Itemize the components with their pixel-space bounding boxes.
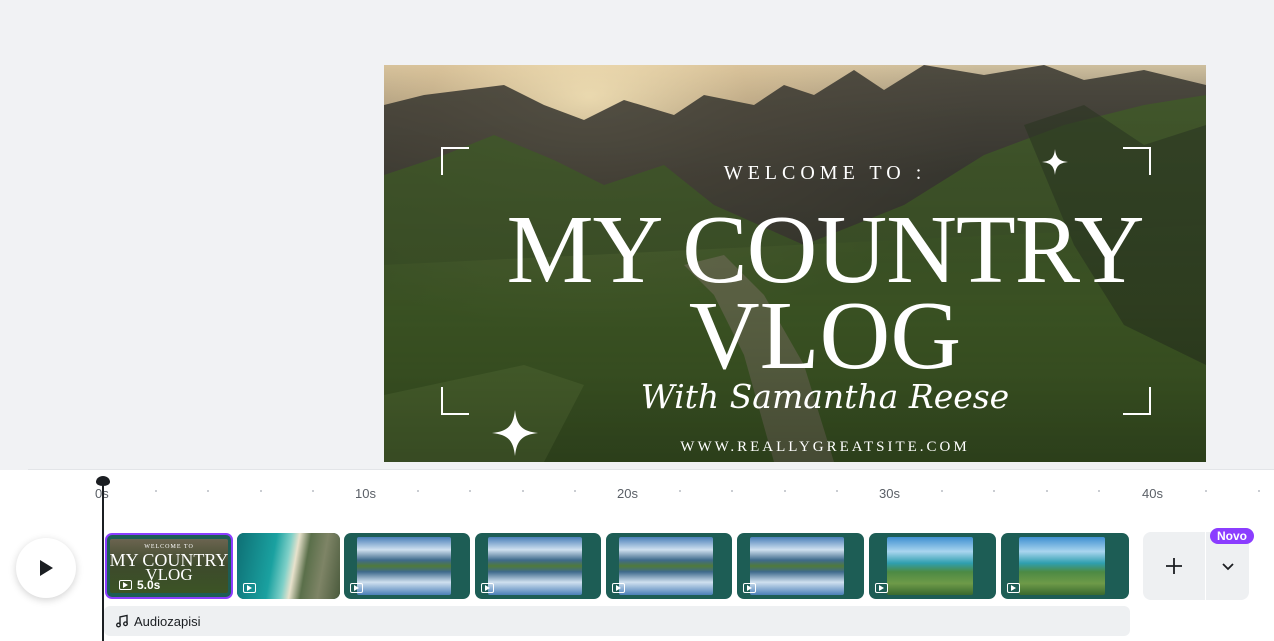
playhead[interactable] xyxy=(102,484,104,641)
timeline-clip-6[interactable] xyxy=(737,533,864,599)
video-icon xyxy=(119,580,132,590)
slide-website[interactable]: WWW.REALLYGREATSITE.COM xyxy=(384,439,1206,456)
slide-subtitle-script[interactable]: With Samantha Reese xyxy=(384,377,1206,416)
timeline-clip-1[interactable]: WELCOME TO MY COUNTRY VLOG 5.0s xyxy=(105,533,233,599)
audio-track-label: Audiozapisi xyxy=(134,614,201,629)
timeline-clip-8[interactable] xyxy=(1001,533,1129,599)
timeline-clip-3[interactable] xyxy=(344,533,470,599)
new-badge: Novo xyxy=(1210,528,1254,544)
clip-duration: 5.0s xyxy=(137,578,161,592)
clip-thumbnail xyxy=(357,537,451,595)
add-page-button[interactable] xyxy=(1143,532,1205,600)
timeline-clip-5[interactable] xyxy=(606,533,732,599)
play-icon xyxy=(40,560,53,576)
play-button[interactable] xyxy=(16,538,76,598)
clip-thumbnail xyxy=(1019,537,1105,595)
clip-thumbnail xyxy=(887,537,973,595)
video-icon xyxy=(1007,583,1020,593)
playhead-handle[interactable] xyxy=(96,476,110,486)
video-icon xyxy=(481,583,494,593)
ruler-label: 30s xyxy=(879,486,900,501)
music-note-icon xyxy=(116,614,128,628)
design-slide[interactable]: WELCOME TO : MY COUNTRY VLOG With Samant… xyxy=(384,65,1206,462)
ruler-label: 20s xyxy=(617,486,638,501)
timeline-clip-7[interactable] xyxy=(869,533,996,599)
video-icon xyxy=(875,583,888,593)
video-icon xyxy=(612,583,625,593)
chevron-down-icon xyxy=(1221,563,1234,571)
audio-track[interactable]: Audiozapisi xyxy=(104,606,1130,636)
plus-icon xyxy=(1166,558,1182,574)
clip-thumbnail xyxy=(488,537,582,595)
video-icon xyxy=(350,583,363,593)
slide-welcome-text[interactable]: WELCOME TO : xyxy=(384,162,1206,185)
timeline-clip-2[interactable] xyxy=(237,533,340,599)
slide-title-line2[interactable]: VLOG xyxy=(384,287,1206,385)
video-icon xyxy=(243,583,256,593)
clip-thumbnail xyxy=(619,537,713,595)
video-icon xyxy=(743,583,756,593)
ruler-label: 10s xyxy=(355,486,376,501)
clip-thumbnail xyxy=(750,537,844,595)
ruler-label: 40s xyxy=(1142,486,1163,501)
timeline-divider xyxy=(28,469,1274,470)
timeline-clip-4[interactable] xyxy=(475,533,601,599)
